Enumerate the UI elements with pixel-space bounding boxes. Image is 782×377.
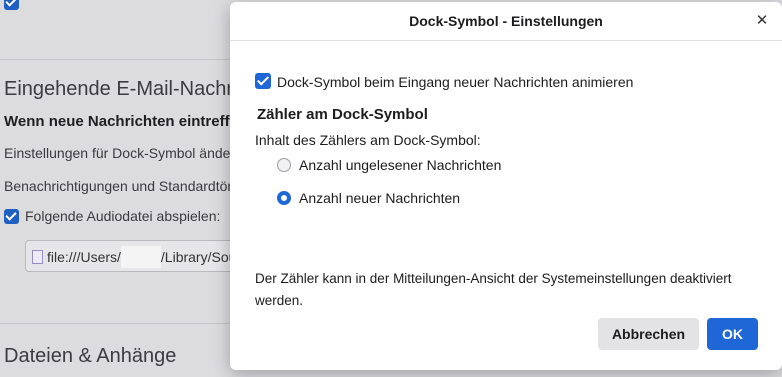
redacted-username [120,246,161,268]
cancel-button[interactable]: Abbrechen [598,318,699,350]
radio-unread-count[interactable] [277,158,291,172]
checkbox-checked-icon [4,209,19,224]
radio-new-count[interactable] [277,191,291,205]
counter-content-label: Inhalt des Zählers am Dock-Symbol: [255,132,481,148]
section-title-files: Dateien & Anhänge [4,345,177,367]
close-icon[interactable]: ✕ [752,11,772,31]
subheading-new-messages: Wenn neue Nachrichten eintreffen [4,113,248,130]
notifications-text: Benachrichtigungen und Standardtöne [4,178,243,194]
animate-dock-icon-checkbox[interactable] [255,73,271,89]
audio-file-path-field[interactable]: file:///Users//Library/Sounds [25,240,265,272]
file-icon [32,250,43,264]
dialog-header: Dock-Symbol - Einstellungen ✕ [230,2,782,41]
audio-path-prefix: file:///Users/ [47,249,121,265]
divider [0,59,240,60]
counter-section-heading: Zähler am Dock-Symbol [257,106,428,123]
dialog-title: Dock-Symbol - Einstellungen [409,13,603,29]
checkbox-checked-icon [4,0,19,10]
dock-icon-settings-dialog: Dock-Symbol - Einstellungen ✕ Dock-Symbo… [230,2,782,370]
divider [0,323,240,324]
radio-new-count-label[interactable]: Anzahl neuer Nachrichten [299,190,460,206]
audio-checkbox[interactable]: Folgende Audiodatei abspielen: [4,208,220,224]
audio-checkbox-label: Folgende Audiodatei abspielen: [25,208,221,224]
counter-note: Der Zähler kann in der Mitteilungen-Ansi… [255,271,732,308]
animate-dock-icon-label[interactable]: Dock-Symbol beim Eingang neuer Nachricht… [277,74,633,90]
dock-settings-text: Einstellungen für Dock-Symbol ändern [4,145,243,161]
top-checkbox-fragment [4,0,25,12]
ok-button[interactable]: OK [707,318,758,350]
radio-unread-count-label[interactable]: Anzahl ungelesener Nachrichten [299,157,501,173]
